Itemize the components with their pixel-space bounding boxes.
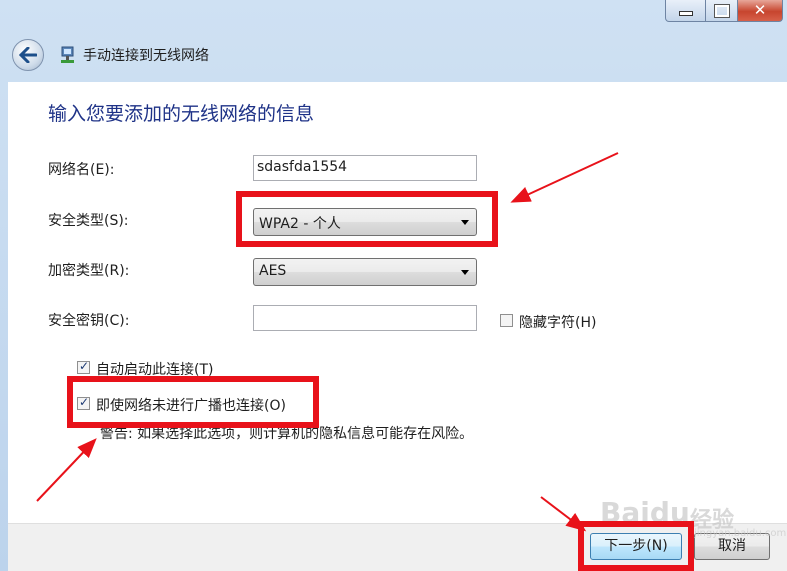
arrow-to-next-button bbox=[540, 496, 587, 532]
arrow-to-connect-hidden bbox=[36, 438, 97, 502]
arrow-to-security-type bbox=[510, 152, 619, 203]
annotation-arrows bbox=[36, 152, 619, 532]
